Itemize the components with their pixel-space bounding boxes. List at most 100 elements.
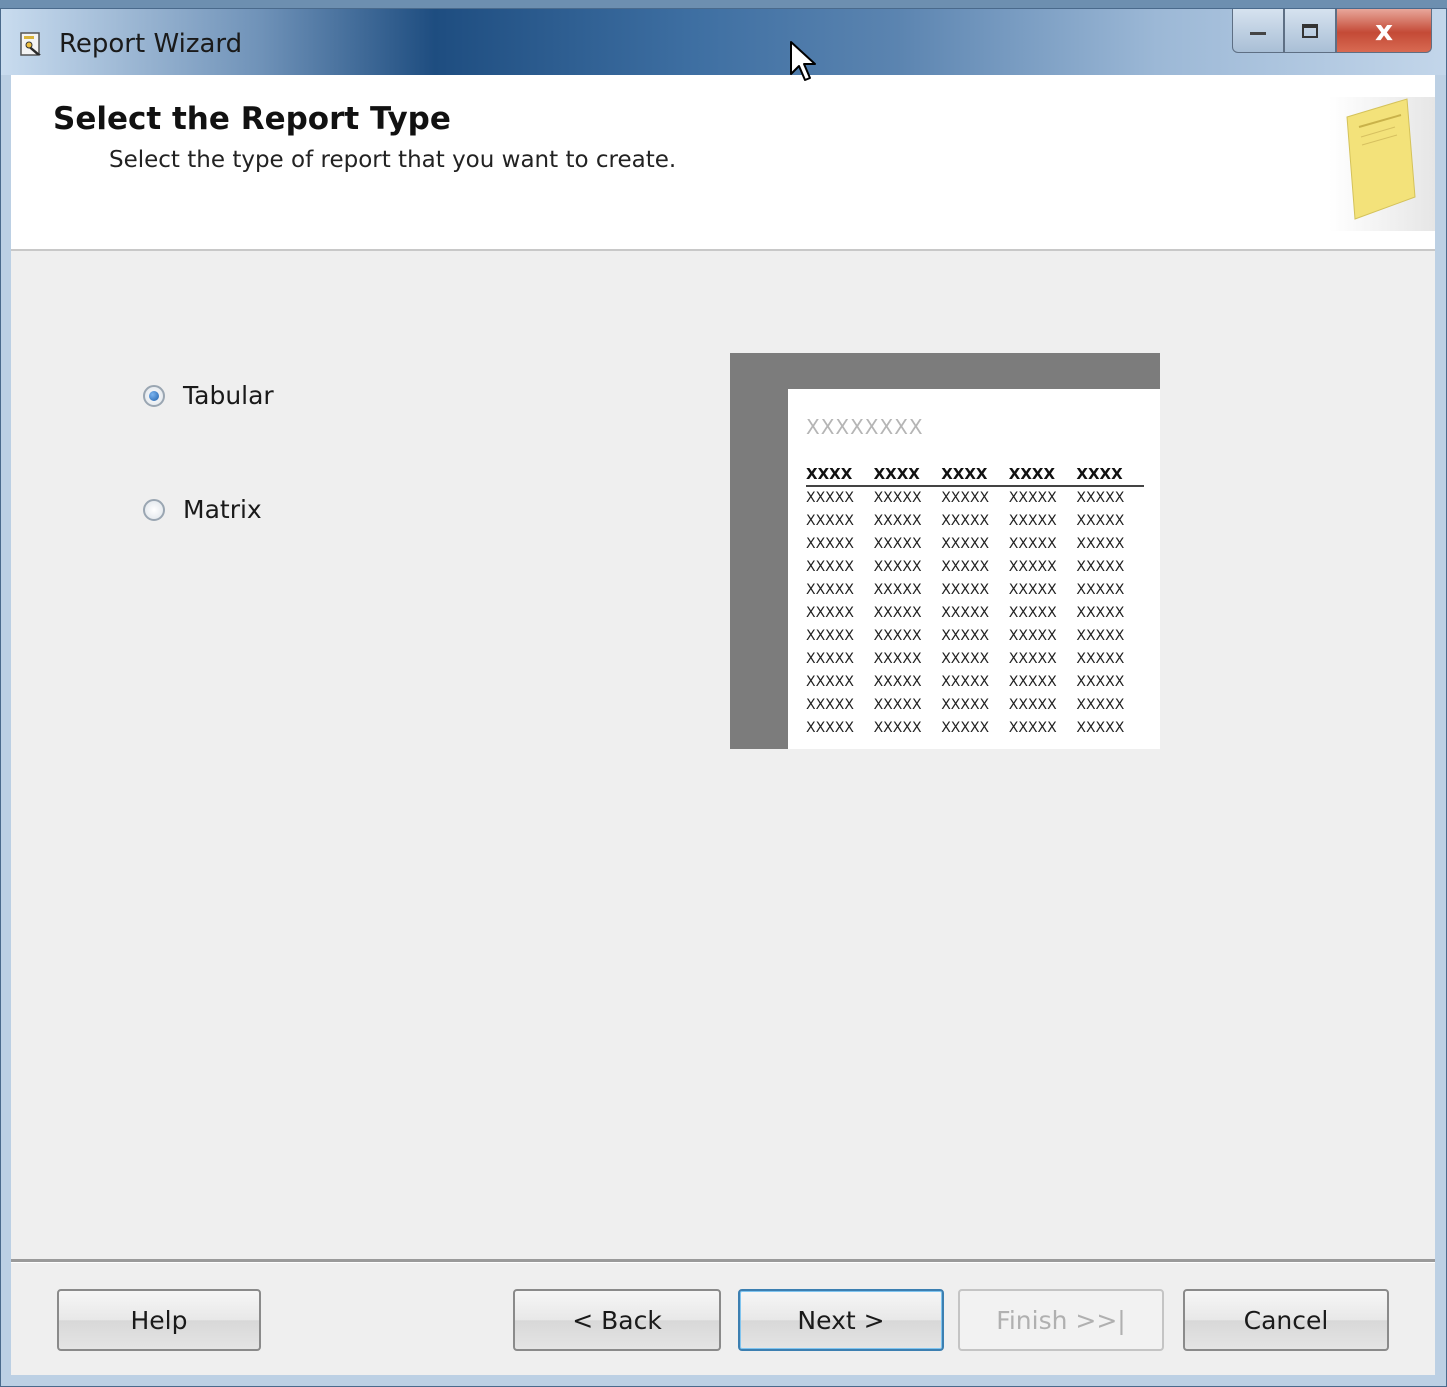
preview-cell: XXXXX: [1008, 536, 1057, 552]
close-icon: x: [1374, 14, 1394, 47]
preview-cell: XXXXX: [941, 674, 990, 690]
preview-cell: XXXXX: [1008, 605, 1057, 621]
preview-cell: XXXXX: [873, 490, 922, 506]
preview-row: XXXXX XXXXX XXXXX XXXXX XXXXX: [806, 533, 1144, 556]
option-matrix[interactable]: Matrix: [143, 495, 262, 524]
window-controls: x: [1232, 9, 1432, 57]
preview-cell: XXXXX: [1008, 628, 1057, 644]
preview-row: XXXXX XXXXX XXXXX XXXXX XXXXX: [806, 579, 1144, 602]
preview-cell: XXXXX: [941, 651, 990, 667]
preview-title: XXXXXXXX: [806, 415, 924, 439]
preview-cell: XXXXX: [1076, 674, 1125, 690]
preview-cell: XXXXX: [873, 651, 922, 667]
preview-row: XXXXX XXXXX XXXXX XXXXX XXXXX: [806, 602, 1144, 625]
preview-cell: XXXXX: [1076, 697, 1125, 713]
finish-button: Finish >>|: [958, 1289, 1164, 1351]
report-document-icon: [1346, 98, 1416, 220]
preview-cell: XXXXX: [873, 536, 922, 552]
preview-header-cell: XXXX: [873, 465, 942, 487]
preview-header-cell: XXXX: [806, 465, 874, 487]
preview-cell: XXXXX: [1008, 697, 1057, 713]
preview-row: XXXXX XXXXX XXXXX XXXXX XXXXX: [806, 556, 1144, 579]
preview-cell: XXXXX: [1008, 674, 1057, 690]
close-button[interactable]: x: [1336, 9, 1432, 53]
page-subtitle: Select the type of report that you want …: [109, 147, 677, 173]
preview-cell: XXXXX: [806, 628, 854, 644]
wizard-header: Select the Report Type Select the type o…: [11, 75, 1435, 251]
preview-cell: XXXXX: [1008, 651, 1057, 667]
matrix-radio[interactable]: [143, 498, 165, 521]
tabular-label: Tabular: [183, 381, 274, 410]
preview-header-row: XXXX XXXX XXXX XXXX XXXX: [806, 465, 1144, 487]
preview-cell: XXXXX: [1076, 651, 1125, 667]
preview-cell: XXXXX: [873, 605, 922, 621]
report-wizard-window: Report Wizard x Select the Report Type S…: [0, 8, 1447, 1387]
preview-cell: XXXXX: [806, 674, 854, 690]
report-wizard-icon: [20, 32, 41, 56]
preview-cell: XXXXX: [1076, 605, 1125, 621]
preview-cell: XXXXX: [941, 513, 990, 529]
next-button[interactable]: Next >: [738, 1289, 944, 1351]
preview-cell: XXXXX: [1076, 490, 1125, 506]
preview-cell: XXXXX: [806, 559, 854, 575]
preview-cell: XXXXX: [1076, 582, 1125, 598]
preview-cell: XXXXX: [1008, 513, 1057, 529]
preview-row: XXXXX XXXXX XXXXX XXXXX XXXXX: [806, 671, 1144, 694]
preview-cell: XXXXX: [806, 720, 854, 736]
report-type-preview: XXXXXXXX XXXX XXXX XXXX XXXX XXXX XXXXX X…: [730, 353, 1160, 749]
window-title: Report Wizard: [59, 29, 243, 59]
wizard-body: Select the Report Type Select the type o…: [11, 75, 1435, 1375]
maximize-icon: [1302, 23, 1318, 38]
minimize-icon: [1250, 31, 1266, 35]
preview-cell: XXXXX: [1076, 513, 1125, 529]
preview-cell: XXXXX: [941, 490, 990, 506]
preview-cell: XXXXX: [806, 536, 854, 552]
title-bar[interactable]: Report Wizard x: [1, 9, 1446, 75]
preview-table: XXXX XXXX XXXX XXXX XXXX XXXXX XXXXX XXXXX…: [806, 465, 1144, 740]
maximize-button[interactable]: [1284, 9, 1336, 53]
preview-table-body: XXXXX XXXXX XXXXX XXXXX XXXXX XXXXX XXXXX XXXXX…: [806, 486, 1144, 740]
preview-cell: XXXXX: [1076, 559, 1125, 575]
minimize-button[interactable]: [1232, 9, 1284, 53]
mouse-pointer-icon: [790, 41, 816, 81]
option-tabular[interactable]: Tabular: [143, 381, 274, 410]
preview-cell: XXXXX: [873, 674, 922, 690]
preview-cell: XXXXX: [1008, 720, 1057, 736]
preview-cell: XXXXX: [1008, 559, 1057, 575]
preview-cell: XXXXX: [941, 536, 990, 552]
preview-cell: XXXXX: [873, 582, 922, 598]
back-button[interactable]: < Back: [513, 1289, 721, 1351]
help-button[interactable]: Help: [57, 1289, 261, 1351]
preview-row: XXXXX XXXXX XXXXX XXXXX XXXXX: [806, 486, 1144, 510]
footer-divider: [11, 1259, 1435, 1263]
preview-cell: XXXXX: [806, 651, 854, 667]
preview-cell: XXXXX: [941, 697, 990, 713]
preview-row: XXXXX XXXXX XXXXX XXXXX XXXXX: [806, 648, 1144, 671]
header-banner-art: [1329, 97, 1435, 231]
preview-cell: XXXXX: [1008, 490, 1057, 506]
preview-cell: XXXXX: [873, 628, 922, 644]
cancel-button[interactable]: Cancel: [1183, 1289, 1389, 1351]
preview-cell: XXXXX: [806, 605, 854, 621]
preview-cell: XXXXX: [941, 605, 990, 621]
page-title: Select the Report Type: [53, 101, 451, 137]
preview-row: XXXXX XXXXX XXXXX XXXXX XXXXX: [806, 510, 1144, 533]
preview-row: XXXXX XXXXX XXXXX XXXXX XXXXX: [806, 694, 1144, 717]
preview-sheet: XXXXXXXX XXXX XXXX XXXX XXXX XXXX XXXXX X…: [788, 389, 1160, 749]
preview-cell: XXXXX: [873, 720, 922, 736]
preview-cell: XXXXX: [806, 582, 854, 598]
preview-cell: XXXXX: [1076, 628, 1125, 644]
matrix-label: Matrix: [183, 495, 262, 524]
preview-cell: XXXXX: [941, 559, 990, 575]
preview-header-cell: XXXX: [941, 465, 1009, 487]
preview-header-cell: XXXX: [1076, 465, 1144, 487]
preview-cell: XXXXX: [941, 720, 990, 736]
preview-cell: XXXXX: [873, 513, 922, 529]
preview-cell: XXXXX: [873, 559, 922, 575]
preview-cell: XXXXX: [941, 582, 990, 598]
preview-cell: XXXXX: [941, 628, 990, 644]
tabular-radio[interactable]: [143, 384, 165, 407]
preview-cell: XXXXX: [806, 513, 854, 529]
preview-cell: XXXXX: [1076, 720, 1125, 736]
preview-row: XXXXX XXXXX XXXXX XXXXX XXXXX: [806, 717, 1144, 740]
